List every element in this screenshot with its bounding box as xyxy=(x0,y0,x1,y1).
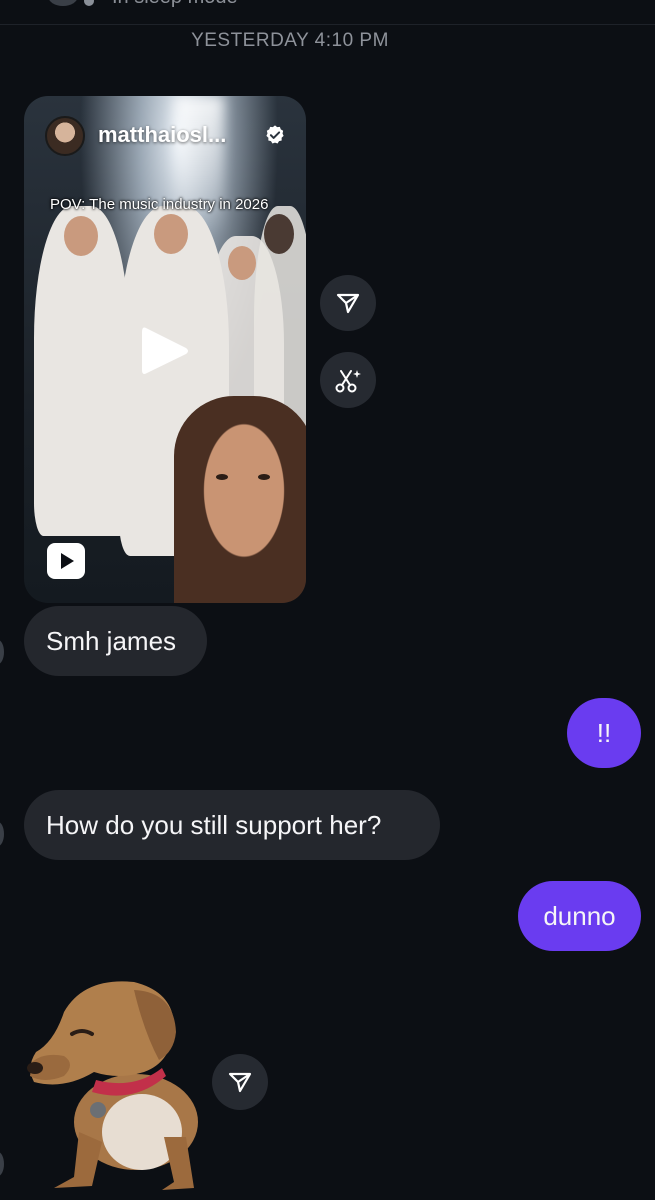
contact-status: In sleep mode xyxy=(112,0,238,9)
reels-icon xyxy=(47,543,85,579)
message-timestamp: YESTERDAY 4:10 PM xyxy=(191,30,389,51)
play-icon[interactable] xyxy=(140,324,190,378)
reel-caption: POV: The music industry in 2026 xyxy=(50,196,269,213)
sender-avatar[interactable] xyxy=(0,1152,4,1176)
message-text: !! xyxy=(596,718,612,748)
reel-author-name[interactable]: matthaiosl... xyxy=(98,122,226,148)
sender-avatar[interactable] xyxy=(0,640,4,664)
message-bubble-incoming[interactable]: How do you still support her? xyxy=(24,790,440,860)
reaction-face-eye xyxy=(258,474,270,480)
reel-figure-face xyxy=(154,214,188,254)
chat-header: In sleep mode xyxy=(0,0,655,25)
reel-figure-face xyxy=(264,214,294,254)
reel-author-avatar[interactable] xyxy=(45,116,85,156)
shared-reel-card[interactable]: matthaiosl... POV: The music industry in… xyxy=(24,96,306,603)
message-bubble-incoming[interactable]: Smh james xyxy=(24,606,207,676)
paper-plane-icon xyxy=(336,293,360,314)
message-text: How do you still support her? xyxy=(46,810,382,840)
share-reel-button[interactable] xyxy=(320,275,376,331)
reel-figure-face xyxy=(64,216,98,256)
remix-reel-button[interactable] xyxy=(320,352,376,408)
status-dot xyxy=(84,0,94,6)
message-text: dunno xyxy=(543,901,616,931)
paper-plane-icon xyxy=(228,1072,252,1093)
message-bubble-outgoing[interactable]: !! xyxy=(567,698,641,768)
contact-avatar[interactable] xyxy=(48,0,78,6)
reaction-face-overlay xyxy=(174,396,306,603)
reaction-face-eye xyxy=(216,474,228,480)
message-bubble-outgoing[interactable]: dunno xyxy=(518,881,641,951)
sender-avatar[interactable] xyxy=(0,822,4,846)
reel-figure-face xyxy=(228,246,256,280)
message-text: Smh james xyxy=(46,626,177,656)
share-sticker-button[interactable] xyxy=(212,1054,268,1110)
scissors-sparkle-icon xyxy=(335,370,361,393)
verified-badge-icon xyxy=(266,125,284,144)
dachshund-dog-sticker[interactable] xyxy=(24,972,204,1194)
